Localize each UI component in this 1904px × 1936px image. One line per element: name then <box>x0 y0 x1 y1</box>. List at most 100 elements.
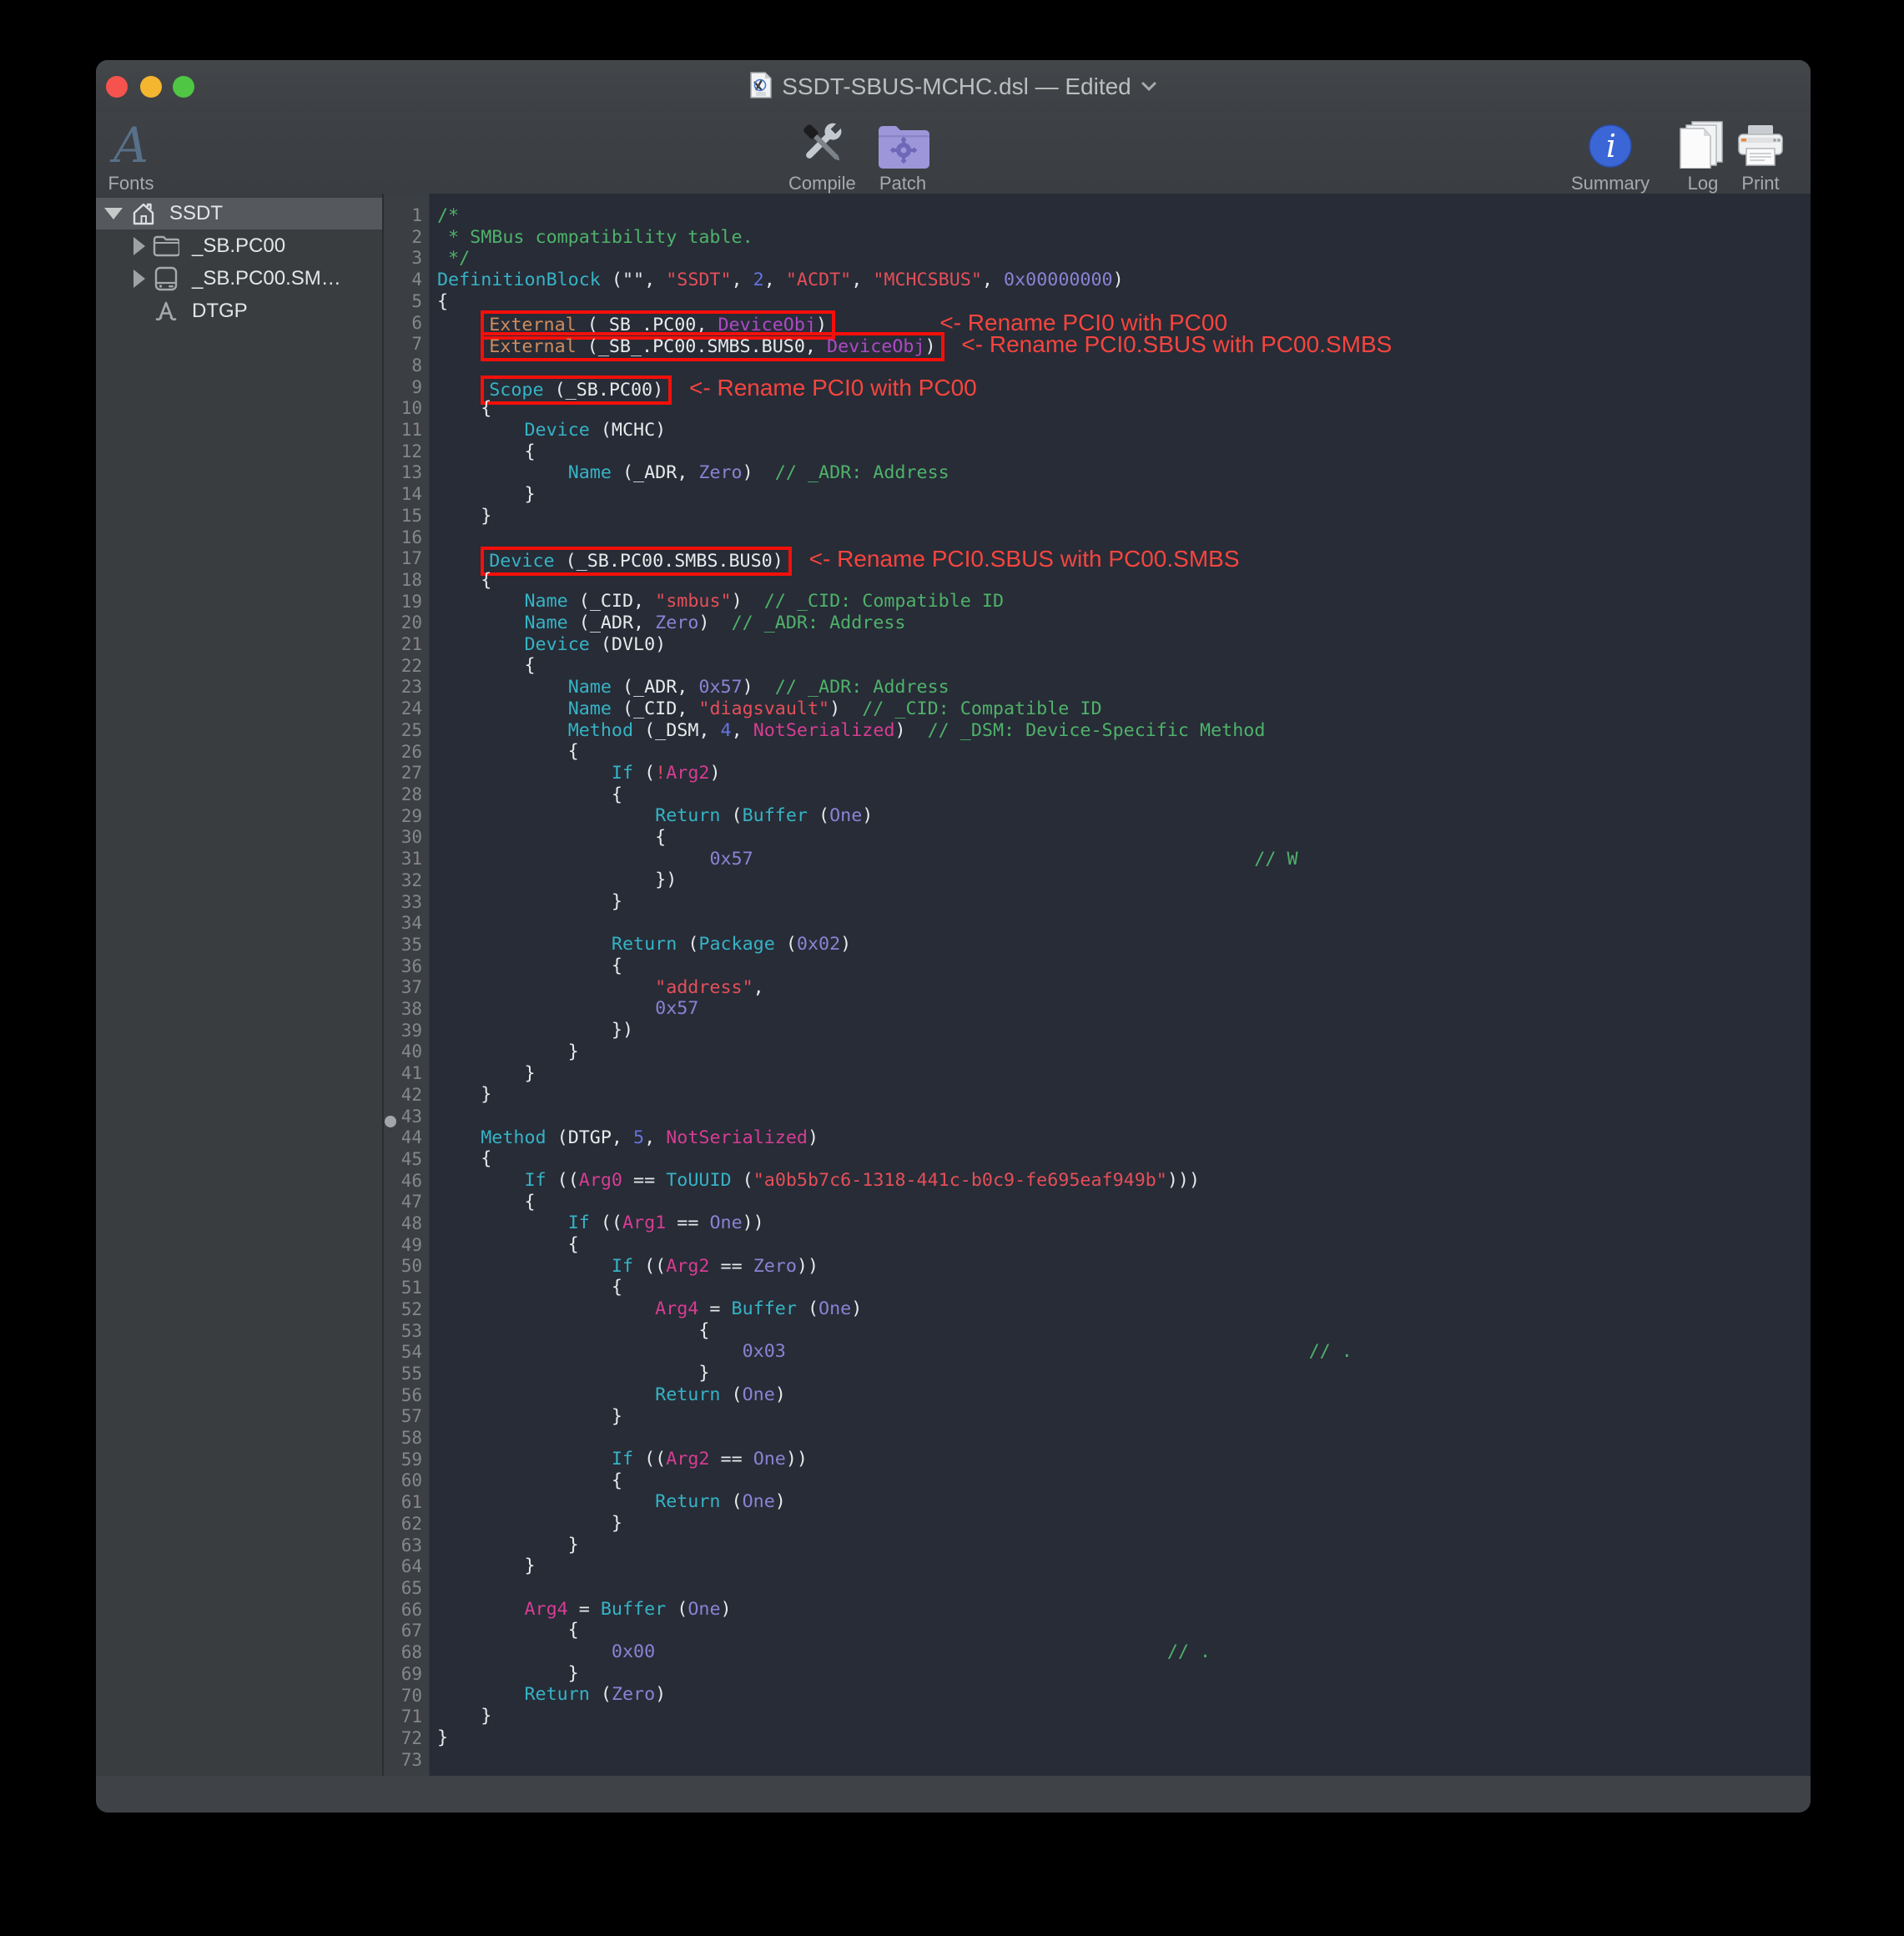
code-line-50[interactable]: If ((Arg2 == Zero)) <box>437 1256 1392 1278</box>
disclosure-collapsed-icon[interactable] <box>133 270 145 288</box>
drive-icon <box>152 266 180 291</box>
code-line-63[interactable]: } <box>437 1535 1392 1556</box>
toolbar-label-compile: Compile <box>788 174 856 194</box>
code-line-72[interactable]: } <box>437 1727 1392 1749</box>
code-line-27[interactable]: If (!Arg2) <box>437 763 1392 784</box>
code-line-64[interactable]: } <box>437 1555 1392 1577</box>
splitter-handle-icon[interactable] <box>385 1116 396 1127</box>
toolbar-label-summary: Summary <box>1571 174 1650 194</box>
code-line-28[interactable]: { <box>437 784 1392 806</box>
code-line-31[interactable]: 0x57 // W <box>437 849 1392 870</box>
code-line-25[interactable]: Method (_DSM, 4, NotSerialized) // _DSM:… <box>437 720 1392 742</box>
code-line-38[interactable]: 0x57 <box>437 998 1392 1020</box>
code-line-65[interactable] <box>437 1577 1392 1599</box>
code-line-19[interactable]: Name (_CID, "smbus") // _CID: Compatible… <box>437 591 1392 613</box>
code-line-61[interactable]: Return (One) <box>437 1491 1392 1513</box>
code-line-51[interactable]: { <box>437 1277 1392 1298</box>
code-line-62[interactable]: } <box>437 1513 1392 1535</box>
code-line-42[interactable]: } <box>437 1084 1392 1106</box>
code-line-9[interactable]: Scope (_SB.PC00) <- Rename PCI0 with PC0… <box>437 377 1392 399</box>
sidebar-tree: SSDT _SB.PC00 _SB.PC00.SM… DTGP <box>96 194 382 1776</box>
toolbar-button-log[interactable]: Log <box>1677 117 1729 194</box>
code-line-49[interactable]: { <box>437 1234 1392 1256</box>
code-line-13[interactable]: Name (_ADR, Zero) // _ADR: Address <box>437 462 1392 484</box>
title-chevron-down-icon[interactable] <box>1141 82 1156 92</box>
code-area[interactable]: /* * SMBus compatibility table. */Defini… <box>437 205 1392 1770</box>
code-line-48[interactable]: If ((Arg1 == One)) <box>437 1213 1392 1234</box>
toolbar-label-log: Log <box>1688 174 1719 194</box>
code-line-23[interactable]: Name (_ADR, 0x57) // _ADR: Address <box>437 677 1392 698</box>
sidebar-item--sb-pc00[interactable]: _SB.PC00 <box>96 230 382 262</box>
code-line-41[interactable]: } <box>437 1063 1392 1085</box>
code-line-26[interactable]: { <box>437 741 1392 763</box>
code-line-11[interactable]: Device (MCHC) <box>437 420 1392 441</box>
code-line-53[interactable]: { <box>437 1320 1392 1342</box>
code-line-14[interactable]: } <box>437 484 1392 506</box>
toolbar-label-print: Print <box>1741 174 1779 194</box>
code-line-36[interactable]: { <box>437 955 1392 977</box>
code-line-60[interactable]: { <box>437 1470 1392 1492</box>
code-line-59[interactable]: If ((Arg2 == One)) <box>437 1449 1392 1470</box>
sidebar-item-label: DTGP <box>192 300 248 323</box>
code-line-73[interactable] <box>437 1749 1392 1771</box>
code-line-34[interactable] <box>437 913 1392 935</box>
window-title: SSDT-SBUS-MCHC.dsl — Edited <box>782 73 1131 100</box>
code-line-20[interactable]: Name (_ADR, Zero) // _ADR: Address <box>437 613 1392 634</box>
toolbar-button-patch[interactable]: Patch <box>876 117 929 194</box>
code-line-43[interactable] <box>437 1106 1392 1127</box>
fonts-letter-a-icon: A <box>108 117 154 169</box>
folder-icon <box>152 235 180 257</box>
code-line-2[interactable]: * SMBus compatibility table. <box>437 227 1392 249</box>
code-line-17[interactable]: Device (_SB.PC00.SMBS.BUS0) <- Rename PC… <box>437 548 1392 570</box>
print-printer-icon <box>1735 117 1786 169</box>
toolbar-button-print[interactable]: Print <box>1735 117 1786 194</box>
code-line-57[interactable]: } <box>437 1406 1392 1428</box>
toolbar-button-summary[interactable]: iSummary <box>1571 117 1650 194</box>
toolbar-button-compile[interactable]: Compile <box>788 117 856 194</box>
code-line-4[interactable]: DefinitionBlock ("", "SSDT", 2, "ACDT", … <box>437 270 1392 291</box>
toolbar-button-fonts[interactable]: AFonts <box>108 117 154 194</box>
code-line-69[interactable]: } <box>437 1663 1392 1685</box>
code-line-44[interactable]: Method (DTGP, 5, NotSerialized) <box>437 1127 1392 1149</box>
disclosure-collapsed-icon[interactable] <box>133 237 145 255</box>
code-line-32[interactable]: }) <box>437 870 1392 891</box>
code-line-58[interactable] <box>437 1427 1392 1449</box>
code-line-3[interactable]: */ <box>437 248 1392 270</box>
sidebar-item--sb-pc00-sm[interactable]: _SB.PC00.SM… <box>96 263 382 295</box>
toolbar: AFonts Compile Patch iSummary Log Print <box>96 113 1811 194</box>
sidebar-item-label: _SB.PC00 <box>192 234 285 258</box>
code-line-56[interactable]: Return (One) <box>437 1384 1392 1406</box>
code-line-35[interactable]: Return (Package (0x02) <box>437 934 1392 955</box>
code-line-66[interactable]: Arg4 = Buffer (One) <box>437 1599 1392 1621</box>
code-line-67[interactable]: { <box>437 1620 1392 1641</box>
disclosure-expanded-icon[interactable] <box>104 208 123 219</box>
code-line-46[interactable]: If ((Arg0 == ToUUID ("a0b5b7c6-1318-441c… <box>437 1170 1392 1192</box>
sidebar-item-ssdt[interactable]: SSDT <box>96 198 382 229</box>
code-line-30[interactable]: { <box>437 827 1392 849</box>
code-line-33[interactable]: } <box>437 891 1392 913</box>
code-line-47[interactable]: { <box>437 1192 1392 1213</box>
code-line-24[interactable]: Name (_CID, "diagsvault") // _CID: Compa… <box>437 698 1392 720</box>
code-line-52[interactable]: Arg4 = Buffer (One) <box>437 1298 1392 1320</box>
code-line-12[interactable]: { <box>437 441 1392 463</box>
content-area: SSDT_SB.PC00_SB.PC00.SM…DTGP 1 2 3 4 5 6… <box>96 194 1811 1776</box>
code-line-40[interactable]: } <box>437 1041 1392 1063</box>
code-line-29[interactable]: Return (Buffer (One) <box>437 805 1392 827</box>
code-line-37[interactable]: "address", <box>437 977 1392 999</box>
code-line-7[interactable]: External (_SB_.PC00.SMBS.BUS0, DeviceObj… <box>437 334 1392 355</box>
compile-tools-icon <box>794 117 849 169</box>
house-icon <box>129 202 158 225</box>
code-line-1[interactable]: /* <box>437 205 1392 227</box>
code-line-39[interactable]: }) <box>437 1020 1392 1041</box>
code-line-70[interactable]: Return (Zero) <box>437 1684 1392 1706</box>
code-line-68[interactable]: 0x00 // . <box>437 1641 1392 1663</box>
code-line-5[interactable]: { <box>437 291 1392 313</box>
code-line-15[interactable]: } <box>437 506 1392 527</box>
code-line-71[interactable]: } <box>437 1706 1392 1727</box>
code-line-21[interactable]: Device (DVL0) <box>437 634 1392 656</box>
sidebar-item-dtgp[interactable]: DTGP <box>96 295 382 327</box>
code-line-55[interactable]: } <box>437 1363 1392 1384</box>
code-line-45[interactable]: { <box>437 1148 1392 1170</box>
code-line-54[interactable]: 0x03 // . <box>437 1341 1392 1363</box>
code-line-22[interactable]: { <box>437 655 1392 677</box>
